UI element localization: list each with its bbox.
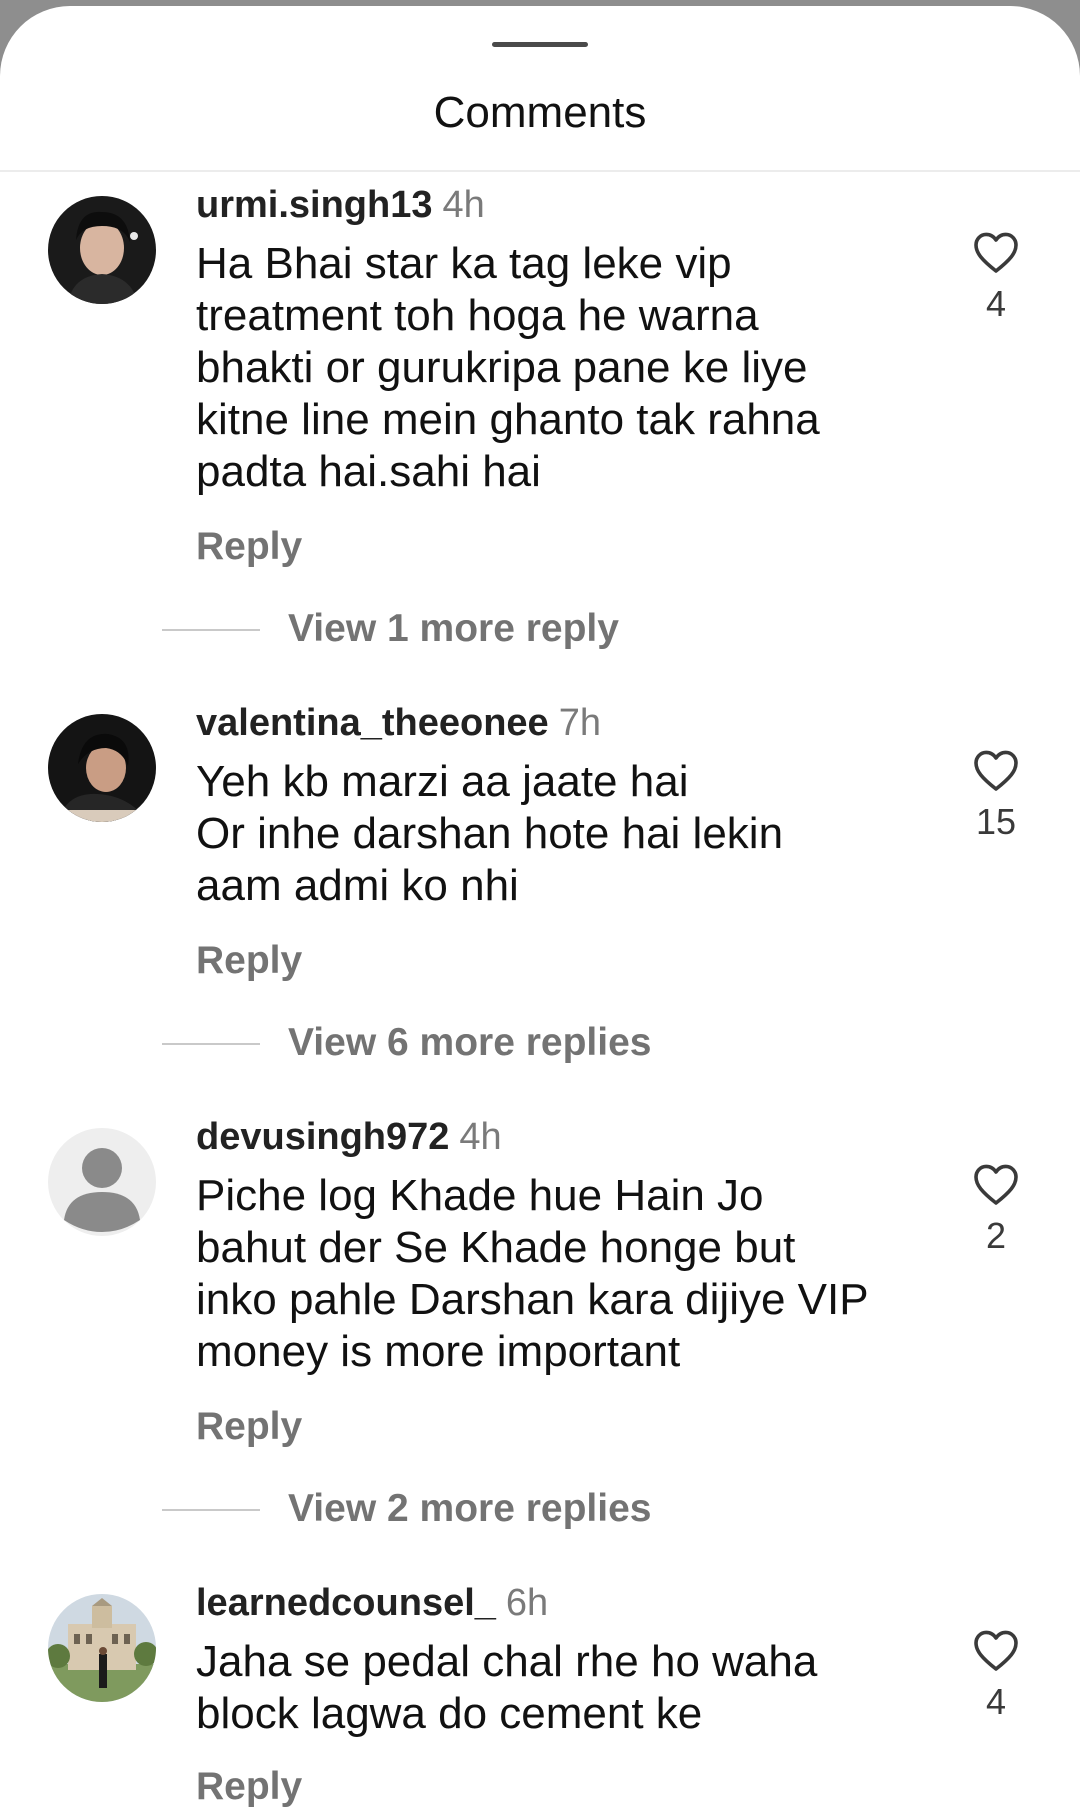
timestamp: 7h xyxy=(558,702,601,744)
view-replies-label[interactable]: View 6 more replies xyxy=(288,1020,651,1066)
replies-divider-line xyxy=(162,1043,260,1045)
heart-outline-icon[interactable] xyxy=(972,1628,1020,1672)
username[interactable]: learnedcounsel_ xyxy=(196,1582,496,1624)
avatar[interactable] xyxy=(48,714,156,822)
like-count: 4 xyxy=(985,1681,1007,1722)
header-divider xyxy=(0,170,1080,172)
drag-handle[interactable] xyxy=(492,42,588,47)
comment-text: Yeh kb marzi aa jaate hai Or inhe darsha… xyxy=(196,757,784,910)
timestamp: 4h xyxy=(442,184,485,226)
heart-outline-icon[interactable] xyxy=(972,230,1020,274)
timestamp: 6h xyxy=(505,1582,549,1624)
heart-outline-icon[interactable] xyxy=(972,1162,1020,1206)
comment-meta: urmi.singh13 4h xyxy=(196,182,485,236)
comment-text: Ha Bhai star ka tag leke vip treatment t… xyxy=(196,239,820,496)
like-control: 2 xyxy=(958,1162,1034,1258)
reply-button[interactable]: Reply xyxy=(196,938,302,984)
like-control: 4 xyxy=(958,230,1034,326)
reply-button[interactable]: Reply xyxy=(196,1404,302,1450)
default-user-icon xyxy=(48,1128,156,1236)
sheet-title: Comments xyxy=(433,88,647,137)
like-control: 4 xyxy=(958,1628,1034,1724)
avatar[interactable] xyxy=(48,1594,156,1702)
avatar[interactable] xyxy=(48,1128,156,1236)
like-count: 15 xyxy=(975,801,1017,842)
avatar[interactable] xyxy=(48,196,156,304)
comment-text: Piche log Khade hue Hain Jo bahut der Se… xyxy=(196,1171,869,1376)
like-control: 15 xyxy=(958,748,1034,844)
replies-divider-line xyxy=(162,1509,260,1511)
username[interactable]: urmi.singh13 xyxy=(196,184,433,226)
comment-meta: devusingh972 4h xyxy=(196,1114,502,1168)
view-replies-label[interactable]: View 2 more replies xyxy=(288,1486,651,1532)
reply-button[interactable]: Reply xyxy=(196,524,302,570)
username[interactable]: devusingh972 xyxy=(196,1116,449,1158)
comment-meta: valentina_theeonee 7h xyxy=(196,700,601,754)
comment-text: Jaha se pedal chal rhe ho waha block lag… xyxy=(196,1637,818,1738)
reply-button[interactable]: Reply xyxy=(196,1764,302,1810)
comments-sheet: Comments urmi.singh13 4h Ha Bhai star ka … xyxy=(0,6,1080,1816)
timestamp: 4h xyxy=(459,1116,502,1158)
like-count: 4 xyxy=(985,283,1007,324)
heart-outline-icon[interactable] xyxy=(972,748,1020,792)
view-replies-label[interactable]: View 1 more reply xyxy=(288,606,619,652)
username[interactable]: valentina_theeonee xyxy=(196,702,549,744)
replies-divider-line xyxy=(162,629,260,631)
like-count: 2 xyxy=(985,1215,1007,1256)
comment-meta: learnedcounsel_ 6h xyxy=(196,1580,548,1634)
